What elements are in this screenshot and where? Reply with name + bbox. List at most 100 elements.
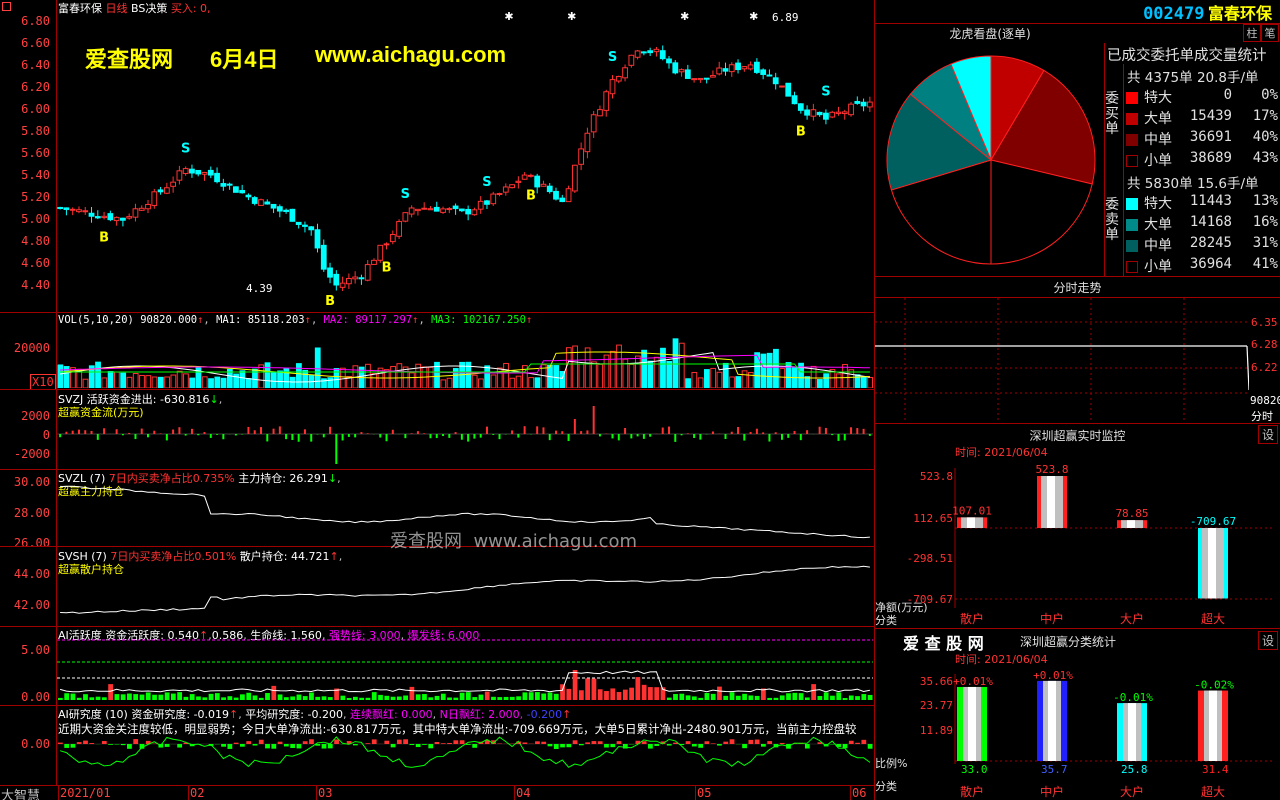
research-bar — [428, 744, 434, 749]
order-type-label: 中单 — [1144, 132, 1172, 148]
ai-active-chart[interactable] — [57, 638, 873, 704]
candle-body — [163, 187, 170, 194]
svsh-chart[interactable] — [57, 555, 873, 625]
intraday-chart[interactable] — [875, 298, 1249, 422]
candle-body — [641, 51, 647, 54]
research-bar — [246, 741, 252, 744]
active-bar — [591, 678, 597, 700]
retail-holding-line — [60, 565, 870, 614]
category-change: -0.02% — [1194, 679, 1234, 692]
order-volume: 0 — [1223, 87, 1232, 103]
volume-bar — [515, 375, 522, 388]
menu-icon[interactable] — [2, 2, 11, 11]
active-bar — [415, 694, 421, 700]
active-bar — [346, 697, 352, 700]
ai-research-chart[interactable] — [57, 730, 873, 784]
active-bar — [114, 694, 120, 700]
monitor-settings-button[interactable]: 设 — [1258, 425, 1278, 444]
candle-body — [666, 58, 672, 64]
candle-body — [289, 208, 296, 222]
category-change: -0.01% — [1113, 691, 1153, 704]
monitor-bar-chart[interactable]: 523.8 112.65 -298.51 -709.67 107.01 散户 523.8 中户… — [875, 458, 1280, 628]
candle-body — [722, 68, 729, 72]
active-bar — [177, 692, 183, 700]
research-bar — [654, 744, 660, 746]
candle-body — [295, 221, 302, 225]
candle-body — [728, 64, 735, 73]
research-bar — [855, 742, 860, 744]
ai-active-axis-0: 5.00 — [21, 643, 50, 657]
svzj-axis-2: -2000 — [13, 447, 50, 461]
price-axis-label: 6.80 — [21, 14, 50, 28]
research-bar — [309, 739, 314, 744]
volume-bar — [729, 376, 735, 388]
volume-bar — [258, 364, 265, 388]
active-bar — [283, 697, 289, 700]
volume-bar — [647, 360, 654, 388]
research-bar — [384, 740, 390, 744]
active-bar — [861, 694, 867, 700]
candle-body — [132, 208, 139, 218]
volume-bar — [365, 363, 371, 388]
volume-bar — [321, 378, 327, 388]
volume-bar — [672, 338, 679, 388]
candle-body — [63, 207, 70, 210]
chart-area[interactable]: 富春环保 日线 BS决策 买入: 0, 6.80 6.60 6.40 6.20 6.00… — [0, 0, 874, 800]
candle-body — [107, 213, 114, 221]
ai-research-name: AI研究度 (10) — [58, 708, 128, 721]
note-button[interactable]: 笔 — [1261, 24, 1279, 42]
volume-bar — [339, 367, 346, 388]
volume-bar — [101, 377, 108, 388]
candle-body — [590, 114, 597, 133]
candle-body — [841, 111, 848, 115]
ma1-label: MA1: — [216, 314, 242, 326]
order-pct: 0% — [1261, 87, 1278, 103]
monitor-bar-value: 523.8 — [1035, 463, 1068, 476]
order-pct: 43% — [1252, 150, 1278, 166]
active-bar — [321, 696, 327, 700]
price-axis-label: 6.40 — [21, 58, 50, 72]
volume-bar — [609, 350, 616, 388]
volume-bar — [616, 344, 622, 388]
volume-bar — [691, 371, 698, 388]
volume-bar — [534, 377, 541, 388]
active-bar — [792, 692, 798, 700]
research-bar — [252, 744, 258, 746]
order-pie-chart[interactable] — [883, 52, 1099, 268]
volume-bar — [678, 342, 685, 388]
category-axis-label: 35.66 — [920, 675, 953, 688]
date-tick-label: 2021/01 — [60, 786, 111, 800]
volume-bar — [296, 363, 302, 388]
candle-body — [214, 172, 220, 183]
volume-bar — [183, 373, 189, 388]
active-bar — [472, 697, 478, 700]
research-label3: 连续飘红: — [349, 708, 398, 721]
order-pct: 17% — [1252, 108, 1278, 124]
candle-body — [521, 174, 528, 180]
candle-body — [622, 67, 628, 79]
volume-bar — [220, 377, 227, 388]
active-bar — [698, 697, 704, 700]
candle-body — [458, 208, 465, 212]
active-bar — [717, 686, 722, 700]
category-bar-chart[interactable]: 35.66 23.77 11.89 +0.01% 33.0 散户 +0.01% 35.7 中户 -… — [875, 664, 1280, 800]
research-bar — [58, 742, 63, 744]
active-bar — [578, 690, 584, 700]
intraday-title: 分时走势 — [1053, 281, 1102, 295]
svzj-chart[interactable] — [57, 398, 873, 468]
active-bar — [384, 695, 390, 700]
pillar-button[interactable]: 柱 — [1243, 24, 1261, 42]
buy-total: 共 4375单 20.8手/单 — [1127, 70, 1259, 86]
category-settings-button[interactable]: 设 — [1258, 631, 1278, 650]
category-bar-shine — [968, 686, 976, 761]
candle-body — [88, 212, 95, 217]
candle-body — [113, 216, 120, 222]
active-bar — [547, 692, 553, 700]
volume-chart[interactable] — [57, 326, 873, 388]
candle-body — [371, 259, 377, 265]
research-bar — [641, 741, 647, 744]
order-row: 中单 36691 40% — [1126, 129, 1278, 149]
category-bar-shine — [1128, 703, 1136, 761]
order-type-label: 小单 — [1144, 259, 1172, 275]
volume-bar — [773, 348, 779, 388]
